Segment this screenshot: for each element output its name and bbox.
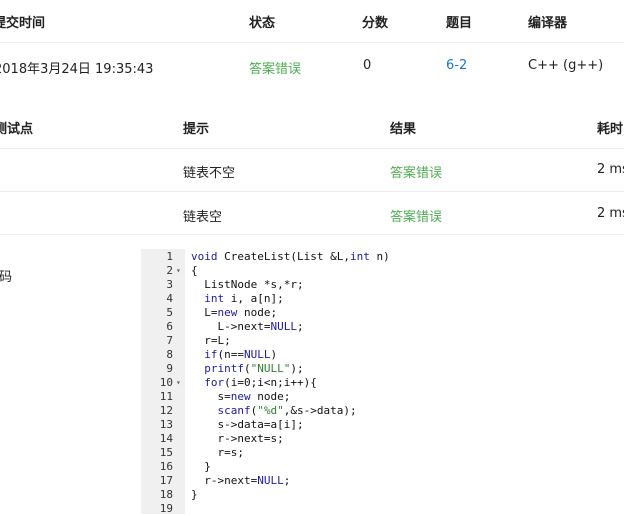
line-number: 14 [159,432,173,445]
code-text: if(n==NULL) [204,348,278,361]
header-submit-time: 提交时间 [0,16,46,31]
header-problem: 题目 [446,16,473,31]
line-number: 9 [166,362,173,375]
code-text: void CreateList(List &L,int n) [191,250,390,263]
header-compiler: 编译器 [528,16,568,31]
code-line: 4 int i, a[n]; [141,292,624,306]
code-text: scanf("%d",&s->data); [217,404,357,417]
test-time: 2 ms [597,206,624,221]
code-line: 8 if(n==NULL) [141,348,624,362]
line-number: 7 [166,334,173,347]
code-line: 13 s->data=a[i]; [141,418,624,432]
line-number: 15 [159,446,173,459]
line-number: 8 [166,348,173,361]
header-score: 分数 [362,16,389,31]
test-hint: 链表不空 [183,166,236,181]
code-line: 9 printf("NULL"); [141,362,624,376]
code-text: r->next=NULL; [191,474,291,487]
code-line: 16 } [141,460,624,474]
header-result: 结果 [390,122,417,137]
line-number: 13 [159,418,173,431]
line-number: 4 [166,292,173,305]
code-line: 10 ▾ for(i=0;i<n;i++){ [141,376,624,390]
code-text: r->next=s; [191,432,284,445]
code-text: r=L; [191,334,231,347]
submission-status: 答案错误 [249,62,302,77]
code-line: 18 } [141,488,624,502]
code-line: 2 ▾ { [141,264,624,278]
code-text: ListNode *s,*r; [191,278,304,291]
submission-row: 2018年3月24日 19:35:43 答案错误 0 6-2 C++ (g++) [0,43,624,88]
header-status: 状态 [249,16,276,31]
line-number: 12 [159,404,173,417]
code-line: 12 scanf("%d",&s->data); [141,404,624,418]
code-text: printf("NULL"); [204,362,304,375]
test-time: 2 ms [597,162,624,177]
line-number: 10 [159,376,173,389]
code-text: } [191,460,211,473]
tests-header-row: 测试点 提示 结果 耗时 [0,104,624,149]
code-line: 5 L=new node; [141,306,624,320]
submission-time: 2018年3月24日 19:35:43 [0,62,154,77]
header-hint: 提示 [183,122,210,137]
code-viewer[interactable]: 1 void CreateList(List &L,int n) 2 ▾ { 3… [141,249,624,515]
code-text: L->next=NULL; [191,320,304,333]
code-text: s->data=a[i]; [191,418,304,431]
line-number: 18 [159,488,173,501]
line-number: 3 [166,278,173,291]
line-number: 5 [166,306,173,319]
code-line: 17 r->next=NULL; [141,474,624,488]
code-text: r=s; [191,446,244,459]
line-number: 2 [166,264,173,277]
code-text: s=new node; [191,390,291,403]
code-text: { [191,264,198,277]
submission-score: 0 [363,58,372,73]
code-text: L=new node; [191,306,278,319]
code-text: } [191,488,198,501]
submission-compiler: C++ (g++) [528,58,604,73]
line-number: 11 [159,390,173,403]
header-time-used: 耗时 [597,122,624,137]
code-line: 1 void CreateList(List &L,int n) [141,250,624,264]
code-line: 6 L->next=NULL; [141,320,624,334]
code-text: int i, a[n]; [204,292,284,305]
code-line: 7 r=L; [141,334,624,348]
line-number: 1 [166,250,173,263]
test-result: 答案错误 [390,210,443,225]
line-number: 17 [159,474,173,487]
fold-toggle-icon[interactable]: ▾ [176,376,181,390]
line-number: 6 [166,320,173,333]
test-row: 链表空 答案错误 2 ms [0,192,624,235]
line-number: 16 [159,460,173,473]
code-line: 14 r->next=s; [141,432,624,446]
code-text: for(i=0;i<n;i++){ [204,376,317,389]
submission-header-row: 提交时间 状态 分数 题目 编译器 [0,0,624,43]
test-row: 链表不空 答案错误 2 ms [0,149,624,192]
fold-toggle-icon[interactable]: ▾ [176,264,181,278]
test-result: 答案错误 [390,166,443,181]
code-line: 15 r=s; [141,446,624,460]
code-line: 3 ListNode *s,*r; [141,278,624,292]
code-label: 代码 [0,270,13,285]
submission-problem-link[interactable]: 6-2 [446,58,467,73]
code-line: 11 s=new node; [141,390,624,404]
test-hint: 链表空 [183,210,223,225]
header-test-point: 测试点 [0,122,34,137]
